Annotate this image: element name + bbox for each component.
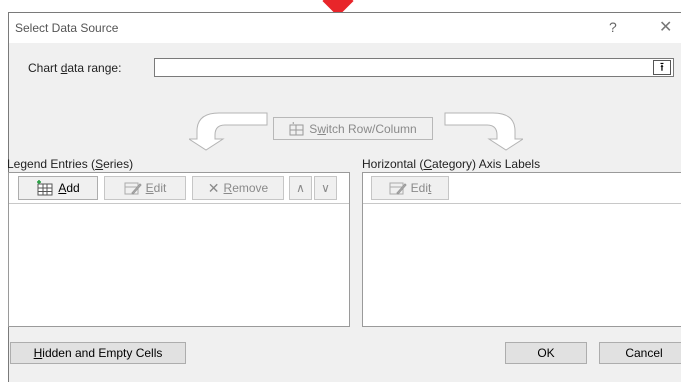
- add-series-label: Add: [58, 181, 80, 195]
- dialog-titlebar: Select Data Source ? ✕: [9, 13, 681, 43]
- close-icon[interactable]: ✕: [659, 17, 672, 37]
- move-up-button[interactable]: ∧: [289, 176, 312, 200]
- axis-labels-label: Horizontal (Category) Axis Labels: [362, 157, 541, 171]
- add-series-button[interactable]: Add: [18, 176, 98, 200]
- chevron-down-icon: ∨: [321, 181, 330, 195]
- legend-entries-label: Legend Entries (Series): [7, 157, 134, 171]
- edit-series-button[interactable]: Edit: [104, 176, 186, 200]
- move-down-button[interactable]: ∨: [314, 176, 337, 200]
- hidden-empty-cells-button[interactable]: Hidden and Empty Cells: [10, 342, 186, 364]
- curved-arrow-left-icon: [189, 112, 268, 151]
- ok-button[interactable]: OK: [505, 342, 587, 364]
- edit-axis-labels-label: Edit: [410, 181, 432, 195]
- collapse-dialog-icon[interactable]: ⭱: [653, 60, 671, 75]
- hidden-empty-cells-label: Hidden and Empty Cells: [33, 346, 163, 360]
- axis-labels-list[interactable]: [363, 203, 681, 326]
- switch-row-column-label: Switch Row/Column: [309, 121, 417, 136]
- edit-series-label: Edit: [145, 181, 167, 195]
- dialog-title: Select Data Source: [15, 21, 119, 35]
- remove-x-icon: ✕: [207, 179, 220, 196]
- switch-row-column-button[interactable]: Switch Row/Column: [273, 117, 433, 140]
- edit-axis-pencil-icon: [389, 182, 407, 195]
- remove-series-button[interactable]: ✕ Remove: [192, 176, 284, 200]
- edit-axis-labels-button[interactable]: Edit: [371, 176, 449, 200]
- axis-labels-panel: Edit: [362, 172, 681, 327]
- legend-entries-panel: Add Edit ✕ Remove ∧ ∨: [8, 172, 350, 327]
- curved-arrow-right-icon: [444, 112, 523, 151]
- switch-grid-icon: [289, 121, 304, 135]
- add-table-icon: [37, 180, 53, 196]
- select-data-source-dialog: Select Data Source ? ✕ Chart data range:…: [7, 12, 681, 382]
- edit-pencil-icon: [124, 182, 142, 195]
- chevron-up-icon: ∧: [296, 181, 305, 195]
- help-icon[interactable]: ?: [609, 19, 617, 35]
- legend-entries-list[interactable]: [9, 203, 349, 326]
- cancel-button[interactable]: Cancel: [599, 342, 681, 364]
- remove-series-label: Remove: [223, 181, 269, 195]
- chart-data-range-input[interactable]: ⭱: [154, 58, 674, 77]
- chart-data-range-label: Chart data range:: [28, 61, 122, 75]
